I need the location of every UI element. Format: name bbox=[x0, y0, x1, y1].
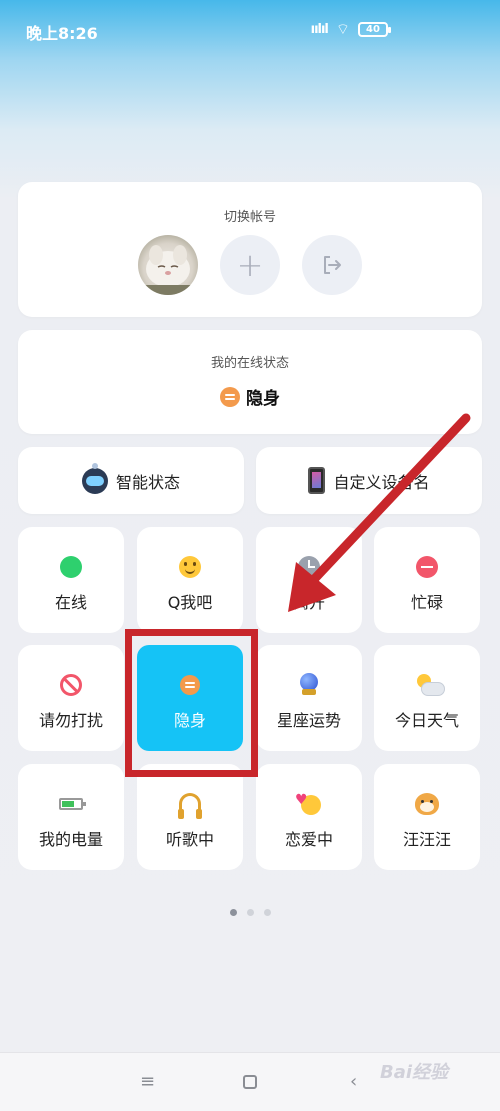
avatar-image bbox=[138, 245, 198, 295]
battery-indicator: 40 bbox=[358, 22, 391, 37]
status-tile-q-me[interactable]: Q我吧 bbox=[137, 527, 243, 633]
back-button[interactable]: ‹ bbox=[350, 1071, 357, 1092]
tile-label: 听歌中 bbox=[165, 830, 214, 849]
smart-status-label: 智能状态 bbox=[115, 472, 180, 492]
crystal-ball-icon bbox=[298, 673, 320, 697]
exit-icon bbox=[324, 256, 341, 274]
tile-label: 我的电量 bbox=[38, 830, 103, 849]
in-love-icon bbox=[295, 788, 321, 816]
headphones-icon bbox=[178, 793, 202, 819]
status-bar: 晚上8:26 ıılıl ⌔ 40 bbox=[0, 0, 500, 60]
watermark: Bai经验 bbox=[380, 1062, 449, 1083]
status-time: 晚上8:26 bbox=[26, 24, 98, 43]
tile-label: 忙碌 bbox=[410, 593, 443, 612]
signal-icon: ıılıl bbox=[310, 22, 329, 37]
tile-label: 请勿打扰 bbox=[38, 711, 103, 730]
online-status-row: 隐身 bbox=[18, 384, 482, 409]
menu-button[interactable]: ≡ bbox=[140, 1071, 155, 1092]
status-tile-listening[interactable]: 听歌中 bbox=[137, 764, 243, 870]
online-status-value: 隐身 bbox=[246, 389, 280, 409]
weather-icon bbox=[415, 674, 445, 696]
online-status-title: 我的在线状态 bbox=[210, 356, 289, 371]
clock-icon bbox=[298, 556, 320, 578]
status-tile-in-love[interactable]: 恋爱中 bbox=[256, 764, 362, 870]
tile-label: Q我吧 bbox=[167, 593, 213, 612]
tile-label: 在线 bbox=[54, 593, 87, 612]
invisible-icon bbox=[180, 675, 200, 695]
tile-label: 星座运势 bbox=[276, 711, 341, 730]
logout-button[interactable] bbox=[302, 235, 362, 295]
smart-status-button[interactable]: 智能状态 bbox=[18, 447, 244, 514]
status-tile-woof[interactable]: 汪汪汪 bbox=[374, 764, 480, 870]
page-indicator bbox=[0, 909, 500, 916]
status-tile-away[interactable]: 离开 bbox=[256, 527, 362, 633]
tile-label: 今日天气 bbox=[394, 711, 459, 730]
status-tile-invisible[interactable]: 隐身 bbox=[137, 645, 243, 751]
invisible-icon bbox=[220, 386, 240, 407]
tile-label: 恋爱中 bbox=[284, 830, 333, 849]
status-icons: ıılıl ⌔ 40 bbox=[310, 20, 391, 39]
add-account-button[interactable]: + bbox=[220, 235, 280, 295]
page-dot-3[interactable] bbox=[263, 909, 271, 916]
status-tile-battery[interactable]: 我的电量 bbox=[18, 764, 124, 870]
robot-icon bbox=[81, 462, 108, 494]
home-button[interactable] bbox=[243, 1075, 257, 1089]
avatar[interactable] bbox=[138, 235, 198, 295]
account-title: 切换帐号 bbox=[223, 210, 276, 225]
tile-label: 离开 bbox=[292, 593, 325, 612]
status-tile-busy[interactable]: 忙碌 bbox=[374, 527, 480, 633]
dog-icon bbox=[415, 793, 439, 815]
wifi-icon: ⌔ bbox=[335, 20, 350, 38]
status-tile-do-not-disturb[interactable]: 请勿打扰 bbox=[18, 645, 124, 751]
custom-device-name-button[interactable]: 自定义设备名 bbox=[256, 447, 482, 514]
green-dot-icon bbox=[60, 556, 82, 578]
online-status-card: 我的在线状态 隐身 bbox=[18, 330, 482, 434]
page-dot-1[interactable] bbox=[229, 909, 237, 916]
smile-icon bbox=[179, 556, 201, 578]
minus-icon bbox=[416, 556, 438, 578]
tile-label: 汪汪汪 bbox=[402, 830, 451, 849]
page-dot-2[interactable] bbox=[246, 909, 254, 916]
no-entry-icon bbox=[60, 674, 82, 696]
status-tile-online[interactable]: 在线 bbox=[18, 527, 124, 633]
phone-icon bbox=[308, 467, 326, 494]
status-tile-weather[interactable]: 今日天气 bbox=[374, 645, 480, 751]
status-tile-horoscope[interactable]: 星座运势 bbox=[256, 645, 362, 751]
battery-icon bbox=[59, 798, 86, 810]
account-switch-card: 切换帐号 + bbox=[18, 182, 482, 317]
custom-device-name-label: 自定义设备名 bbox=[333, 472, 430, 492]
tile-label: 隐身 bbox=[173, 711, 206, 730]
